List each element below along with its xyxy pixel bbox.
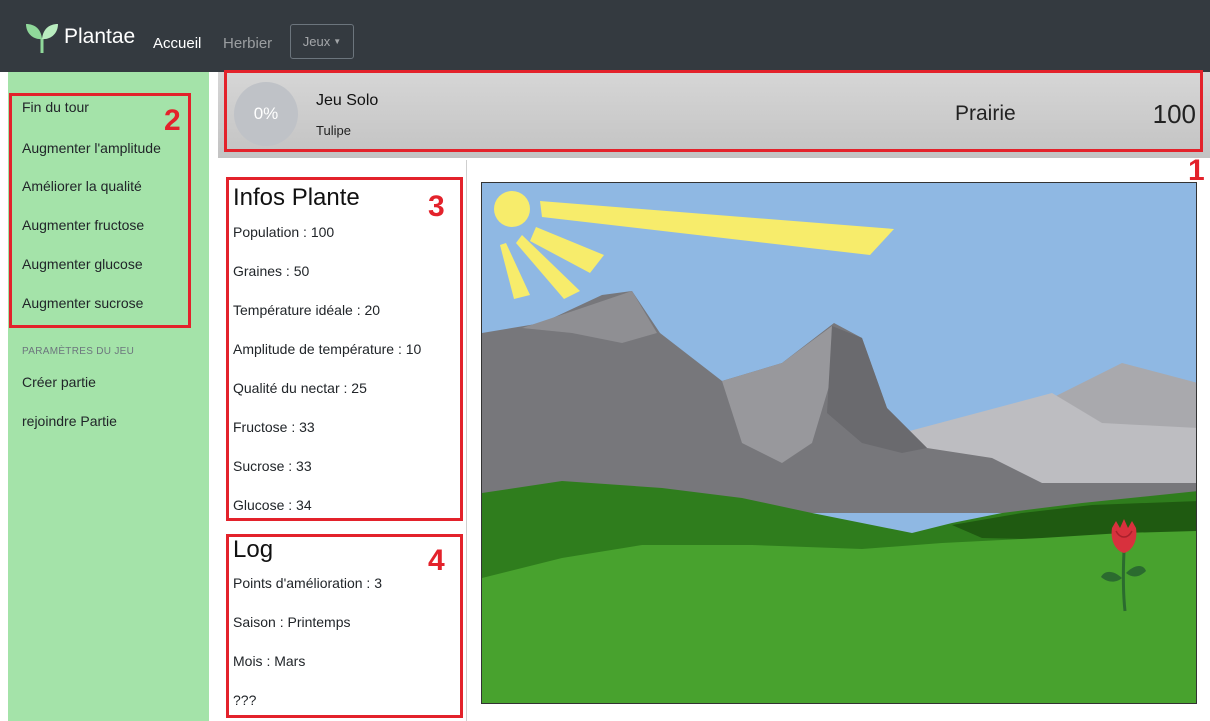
annotation-label-2: 2 — [164, 104, 181, 137]
games-dropdown-label: Jeux — [302, 34, 331, 49]
settings-heading: PARAMÈTRES DU JEU — [22, 346, 135, 357]
annotation-box-3 — [226, 177, 463, 521]
navbar: Plantae Accueil Herbier Jeux ▼ — [0, 0, 1210, 72]
nav-link-herbier[interactable]: Herbier — [223, 35, 272, 52]
sprout-logo-icon — [26, 24, 58, 53]
nav-link-accueil[interactable]: Accueil — [153, 35, 201, 52]
annotation-label-4: 4 — [428, 544, 445, 577]
column-divider — [466, 160, 467, 721]
chevron-down-icon: ▼ — [333, 37, 342, 46]
sidebar-item-join-game[interactable]: rejoindre Partie — [22, 413, 117, 429]
annotation-box-1 — [224, 70, 1203, 152]
annotation-label-1: 1 — [1188, 154, 1205, 187]
sidebar-item-create-game[interactable]: Créer partie — [22, 374, 96, 390]
brand-name: Plantae — [64, 25, 136, 48]
landscape-illustration — [482, 183, 1196, 703]
games-dropdown[interactable]: Jeux ▼ — [290, 24, 354, 59]
prairie-scene — [481, 182, 1197, 704]
brand[interactable]: Plantae — [24, 20, 135, 54]
annotation-label-3: 3 — [428, 190, 445, 223]
